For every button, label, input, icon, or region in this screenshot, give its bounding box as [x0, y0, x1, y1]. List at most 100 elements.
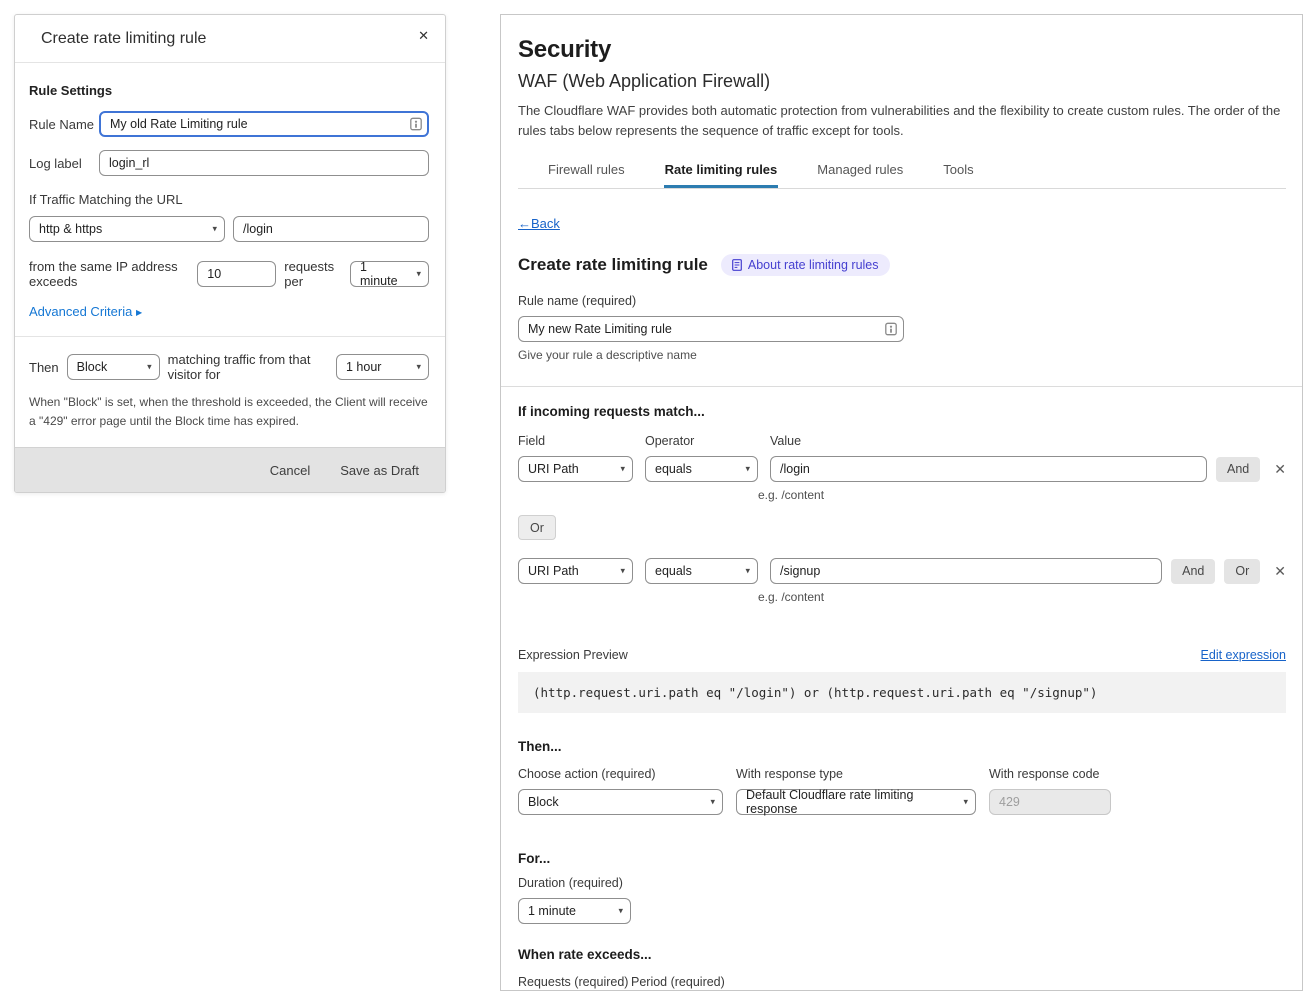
- chevron-down-icon: ▾: [618, 905, 623, 916]
- then-labels-row: Choose action (required) With response t…: [518, 767, 1286, 781]
- security-waf-panel: Security WAF (Web Application Firewall) …: [500, 14, 1303, 991]
- or-button[interactable]: Or: [1224, 559, 1260, 584]
- create-rule-heading: Create rate limiting rule: [518, 255, 708, 275]
- edit-expression-link[interactable]: Edit expression: [1201, 648, 1286, 662]
- duration-select[interactable]: 1 minute ▾: [518, 898, 631, 924]
- requests-count-input[interactable]: [197, 261, 276, 287]
- divider: [15, 336, 445, 337]
- traffic-match-label: If Traffic Matching the URL: [29, 192, 429, 207]
- rule-name-help: Give your rule a descriptive name: [518, 348, 1286, 362]
- block-duration-select[interactable]: 1 hour ▾: [336, 354, 429, 380]
- rule-name-label: Rule name (required): [518, 294, 1286, 308]
- period-select[interactable]: 1 minute ▾: [350, 261, 429, 287]
- rate-labels-row: Requests (required) Period (required): [518, 975, 1286, 989]
- for-heading: For...: [518, 851, 1286, 866]
- chevron-down-icon: ▾: [745, 463, 750, 474]
- field-select[interactable]: URI Path ▾: [518, 558, 633, 584]
- response-type-value: Default Cloudflare rate limiting respons…: [746, 788, 953, 816]
- about-badge-label: About rate limiting rules: [748, 258, 879, 272]
- tab-tools[interactable]: Tools: [942, 156, 974, 188]
- requests-label: Requests (required): [518, 975, 631, 989]
- log-label-row: Log label: [29, 150, 429, 176]
- page-subtitle: WAF (Web Application Firewall): [518, 71, 1286, 92]
- waf-tabs: Firewall rules Rate limiting rules Manag…: [518, 156, 1286, 189]
- about-rate-limiting-badge[interactable]: About rate limiting rules: [721, 254, 890, 276]
- field-select[interactable]: URI Path ▾: [518, 456, 633, 482]
- expression-preview-box: (http.request.uri.path eq "/login") or (…: [518, 672, 1286, 713]
- page-description: The Cloudflare WAF provides both automat…: [518, 101, 1286, 140]
- scheme-select-value: http & https: [39, 222, 102, 236]
- log-label-label: Log label: [29, 156, 99, 171]
- operator-select-value: equals: [655, 564, 692, 578]
- page-title: Security: [518, 36, 1286, 64]
- then-label: Then: [29, 360, 59, 375]
- action-select[interactable]: Block ▾: [67, 354, 160, 380]
- cancel-button[interactable]: Cancel: [270, 463, 310, 478]
- or-connector-button[interactable]: Or: [518, 515, 556, 540]
- save-as-draft-button[interactable]: Save as Draft: [340, 463, 419, 478]
- chevron-down-icon: ▾: [710, 796, 715, 807]
- exceeds-prefix-text: from the same IP address exceeds: [29, 259, 189, 289]
- advanced-criteria-label: Advanced Criteria: [29, 304, 132, 319]
- then-row: Then Block ▾ matching traffic from that …: [29, 352, 429, 382]
- operator-select[interactable]: equals ▾: [645, 558, 758, 584]
- action-select-value: Block: [77, 360, 108, 374]
- divider: [501, 386, 1302, 387]
- chevron-down-icon: ▾: [416, 268, 421, 279]
- rule-name-input[interactable]: [99, 111, 429, 137]
- advanced-criteria-link[interactable]: Advanced Criteria ▶: [29, 304, 142, 319]
- and-button[interactable]: And: [1216, 457, 1260, 482]
- chevron-down-icon: ▾: [212, 223, 217, 234]
- remove-row-icon[interactable]: ✕: [1274, 563, 1286, 580]
- choose-action-value: Block: [528, 795, 559, 809]
- field-select-value: URI Path: [528, 564, 579, 578]
- duration-value: 1 minute: [528, 904, 576, 918]
- match-row: URI Path ▾ equals ▾ And Or ✕: [518, 558, 1286, 584]
- back-label: Back: [531, 216, 560, 231]
- response-code-label: With response code: [989, 767, 1099, 781]
- chevron-down-icon: ▾: [416, 361, 421, 372]
- tab-firewall-rules[interactable]: Firewall rules: [547, 156, 626, 188]
- legacy-rate-limit-dialog: Create rate limiting rule ✕ Rule Setting…: [14, 14, 446, 493]
- url-match-row: http & https ▾: [29, 216, 429, 242]
- rule-name-input[interactable]: [518, 316, 904, 342]
- choose-action-select[interactable]: Block ▾: [518, 789, 723, 815]
- tab-managed-rules[interactable]: Managed rules: [816, 156, 904, 188]
- rule-settings-heading: Rule Settings: [29, 83, 429, 98]
- response-type-select[interactable]: Default Cloudflare rate limiting respons…: [736, 789, 976, 815]
- value-hint: e.g. /content: [758, 590, 1286, 604]
- block-note-text: When "Block" is set, when the threshold …: [29, 393, 429, 430]
- then-suffix-text: matching traffic from that visitor for: [168, 352, 328, 382]
- expression-preview-label: Expression Preview: [518, 648, 628, 662]
- expand-right-icon: ▶: [136, 308, 142, 317]
- rule-name-row: Rule Name: [29, 111, 429, 137]
- chevron-down-icon: ▾: [745, 565, 750, 576]
- match-columns-header: Field Operator Value: [518, 434, 1286, 448]
- requests-suffix-text: requests per: [284, 259, 342, 289]
- close-icon[interactable]: ✕: [414, 25, 433, 46]
- chevron-down-icon: ▾: [620, 565, 625, 576]
- rate-exceeds-heading: When rate exceeds...: [518, 947, 1286, 962]
- back-link[interactable]: ←Back: [518, 216, 560, 231]
- chevron-down-icon: ▾: [147, 361, 152, 372]
- operator-select[interactable]: equals ▾: [645, 456, 758, 482]
- document-icon: [732, 259, 742, 271]
- scheme-select[interactable]: http & https ▾: [29, 216, 225, 242]
- chevron-down-icon: ▾: [620, 463, 625, 474]
- url-pattern-input[interactable]: [233, 216, 429, 242]
- and-button[interactable]: And: [1171, 559, 1215, 584]
- autofill-icon: [885, 323, 897, 336]
- expression-header: Expression Preview Edit expression: [518, 648, 1286, 662]
- dialog-title: Create rate limiting rule: [41, 30, 206, 48]
- period-select-value: 1 minute: [360, 260, 406, 288]
- log-label-input[interactable]: [99, 150, 429, 176]
- rule-name-label: Rule Name: [29, 117, 99, 132]
- remove-row-icon[interactable]: ✕: [1274, 461, 1286, 478]
- create-rule-heading-row: Create rate limiting rule About rate lim…: [518, 254, 1286, 276]
- value-input[interactable]: [770, 456, 1207, 482]
- value-hint: e.g. /content: [758, 488, 1286, 502]
- dialog-header: Create rate limiting rule ✕: [15, 15, 445, 63]
- operator-select-value: equals: [655, 462, 692, 476]
- value-input[interactable]: [770, 558, 1162, 584]
- tab-rate-limiting-rules[interactable]: Rate limiting rules: [664, 156, 779, 188]
